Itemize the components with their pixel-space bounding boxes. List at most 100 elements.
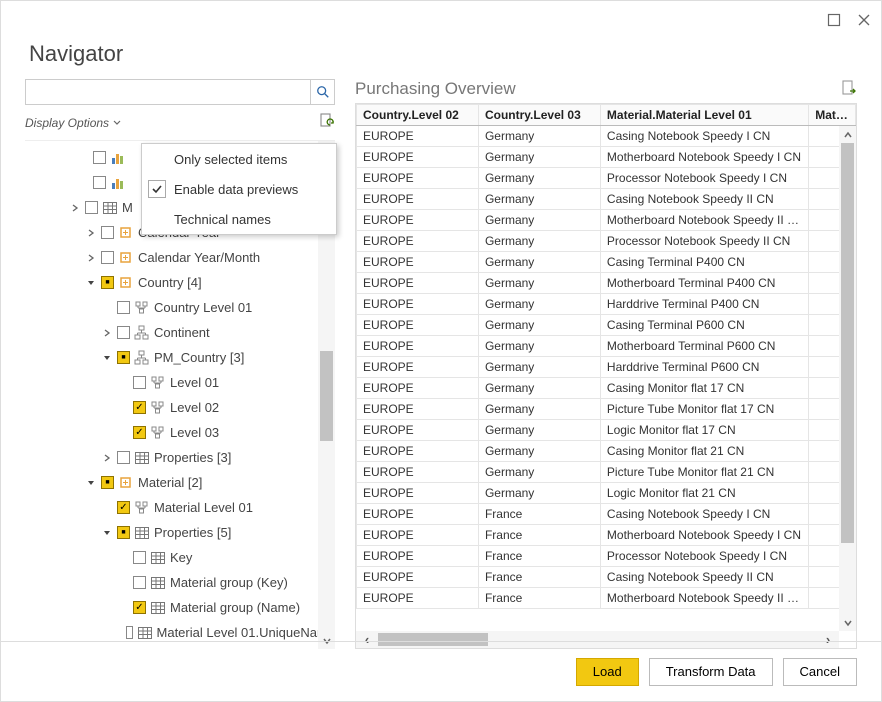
checkbox[interactable] — [117, 526, 130, 539]
display-options-dropdown[interactable]: Display Options — [25, 116, 121, 130]
column-header[interactable]: Material.Material Level 01 — [600, 105, 808, 126]
scroll-down-icon[interactable] — [839, 614, 856, 631]
tree-node[interactable]: Country Level 01 — [25, 295, 335, 320]
tree-node-label: Level 02 — [170, 400, 219, 415]
checkbox[interactable] — [117, 451, 130, 464]
checkbox[interactable] — [117, 301, 130, 314]
table-row[interactable]: EUROPEGermanyCasing Notebook Speedy II C… — [357, 189, 856, 210]
table-row[interactable]: EUROPEGermanyHarddrive Terminal P600 CN — [357, 357, 856, 378]
checkbox[interactable] — [133, 551, 146, 564]
table-cell: EUROPE — [357, 441, 479, 462]
tree-node[interactable]: Material [2] — [25, 470, 335, 495]
table-cell: EUROPE — [357, 420, 479, 441]
tree-node-label: PM_Country [3] — [154, 350, 244, 365]
table-row[interactable]: EUROPEGermanyPicture Tube Monitor flat 1… — [357, 399, 856, 420]
table-row[interactable]: EUROPEGermanyMotherboard Terminal P400 C… — [357, 273, 856, 294]
table-row[interactable]: EUROPEGermanyCasing Terminal P400 CN — [357, 252, 856, 273]
tree-node[interactable]: Country [4] — [25, 270, 335, 295]
scroll-thumb[interactable] — [841, 143, 854, 543]
checkbox[interactable] — [117, 351, 130, 364]
table-row[interactable]: EUROPEFranceCasing Notebook Speedy I CN — [357, 504, 856, 525]
expand-arrow-icon[interactable] — [85, 229, 97, 237]
table-cell: Motherboard Terminal P400 CN — [600, 273, 808, 294]
table-row[interactable]: EUROPEFranceCasing Notebook Speedy II CN — [357, 567, 856, 588]
tree-node[interactable]: Level 02 — [25, 395, 335, 420]
menu-item-enable-previews[interactable]: Enable data previews — [142, 174, 336, 204]
table-row[interactable]: EUROPEFranceProcessor Notebook Speedy I … — [357, 546, 856, 567]
tree-node[interactable]: Level 03 — [25, 420, 335, 445]
expand-arrow-icon[interactable] — [101, 329, 113, 337]
checkbox[interactable] — [126, 626, 133, 639]
table-row[interactable]: EUROPEGermanyCasing Monitor flat 17 CN — [357, 378, 856, 399]
expand-arrow-icon[interactable] — [69, 204, 81, 212]
checkbox[interactable] — [93, 176, 106, 189]
menu-item-only-selected[interactable]: Only selected items — [142, 144, 336, 174]
column-header[interactable]: Country.Level 02 — [357, 105, 479, 126]
table-row[interactable]: EUROPEFranceMotherboard Notebook Speedy … — [357, 588, 856, 609]
tree-node[interactable]: Continent — [25, 320, 335, 345]
table-row[interactable]: EUROPEGermanyCasing Monitor flat 21 CN — [357, 441, 856, 462]
checkbox[interactable] — [101, 226, 114, 239]
tree-node[interactable]: Material group (Name) — [25, 595, 335, 620]
table-cell: Germany — [478, 441, 600, 462]
transform-data-button[interactable]: Transform Data — [649, 658, 773, 686]
checkbox[interactable] — [133, 576, 146, 589]
tree-node[interactable]: Properties [3] — [25, 445, 335, 470]
tree-node[interactable]: PM_Country [3] — [25, 345, 335, 370]
checkbox[interactable] — [85, 201, 98, 214]
table-row[interactable]: EUROPEGermanyHarddrive Terminal P400 CN — [357, 294, 856, 315]
tree-node[interactable]: Material group (Key) — [25, 570, 335, 595]
tree-node[interactable]: Calendar Year/Month — [25, 245, 335, 270]
table-row[interactable]: EUROPEFranceMotherboard Notebook Speedy … — [357, 525, 856, 546]
close-icon[interactable] — [857, 13, 871, 30]
tree-node[interactable]: Key — [25, 545, 335, 570]
search-button[interactable] — [310, 80, 334, 104]
table-row[interactable]: EUROPEGermanyMotherboard Notebook Speedy… — [357, 210, 856, 231]
table-row[interactable]: EUROPEGermanyMotherboard Notebook Speedy… — [357, 147, 856, 168]
table-cell: Casing Monitor flat 21 CN — [600, 441, 808, 462]
scroll-up-icon[interactable] — [839, 126, 856, 143]
column-header[interactable]: Country.Level 03 — [478, 105, 600, 126]
table-vscrollbar[interactable] — [839, 126, 856, 631]
table-cell: Germany — [478, 273, 600, 294]
load-button[interactable]: Load — [576, 658, 639, 686]
table-row[interactable]: EUROPEGermanyMotherboard Terminal P600 C… — [357, 336, 856, 357]
table-row[interactable]: EUROPEGermanyCasing Notebook Speedy I CN — [357, 126, 856, 147]
tree-node[interactable]: Material Level 01 — [25, 495, 335, 520]
column-header[interactable]: Material — [809, 105, 856, 126]
scroll-thumb[interactable] — [320, 351, 333, 441]
expand-arrow-icon[interactable] — [101, 454, 113, 462]
refresh-icon[interactable] — [319, 113, 335, 132]
search-input[interactable] — [26, 80, 310, 104]
cancel-button[interactable]: Cancel — [783, 658, 857, 686]
checkbox[interactable] — [117, 326, 130, 339]
table-row[interactable]: EUROPEGermanyPicture Tube Monitor flat 2… — [357, 462, 856, 483]
checkbox[interactable] — [133, 601, 146, 614]
maximize-icon[interactable] — [827, 13, 841, 30]
table-row[interactable]: EUROPEGermanyProcessor Notebook Speedy I… — [357, 231, 856, 252]
menu-item-technical-names[interactable]: Technical names — [142, 204, 336, 234]
checkbox[interactable] — [133, 376, 146, 389]
expand-arrow-icon[interactable] — [101, 354, 113, 362]
tree-node[interactable]: Level 01 — [25, 370, 335, 395]
checkbox[interactable] — [117, 501, 130, 514]
checkbox[interactable] — [133, 426, 146, 439]
export-icon[interactable] — [841, 80, 857, 99]
checkbox[interactable] — [101, 476, 114, 489]
hier-icon — [150, 375, 166, 391]
expand-arrow-icon[interactable] — [85, 279, 97, 287]
table-row[interactable]: EUROPEGermanyCasing Terminal P600 CN — [357, 315, 856, 336]
checkbox[interactable] — [101, 251, 114, 264]
checkbox[interactable] — [101, 276, 114, 289]
table-row[interactable]: EUROPEGermanyProcessor Notebook Speedy I… — [357, 168, 856, 189]
expand-arrow-icon[interactable] — [101, 529, 113, 537]
table-cell: Germany — [478, 126, 600, 147]
expand-arrow-icon[interactable] — [85, 479, 97, 487]
table-row[interactable]: EUROPEGermanyLogic Monitor flat 21 CN — [357, 483, 856, 504]
grid-icon — [134, 525, 150, 541]
table-row[interactable]: EUROPEGermanyLogic Monitor flat 17 CN — [357, 420, 856, 441]
expand-arrow-icon[interactable] — [85, 254, 97, 262]
tree-node[interactable]: Properties [5] — [25, 520, 335, 545]
checkbox[interactable] — [133, 401, 146, 414]
checkbox[interactable] — [93, 151, 106, 164]
